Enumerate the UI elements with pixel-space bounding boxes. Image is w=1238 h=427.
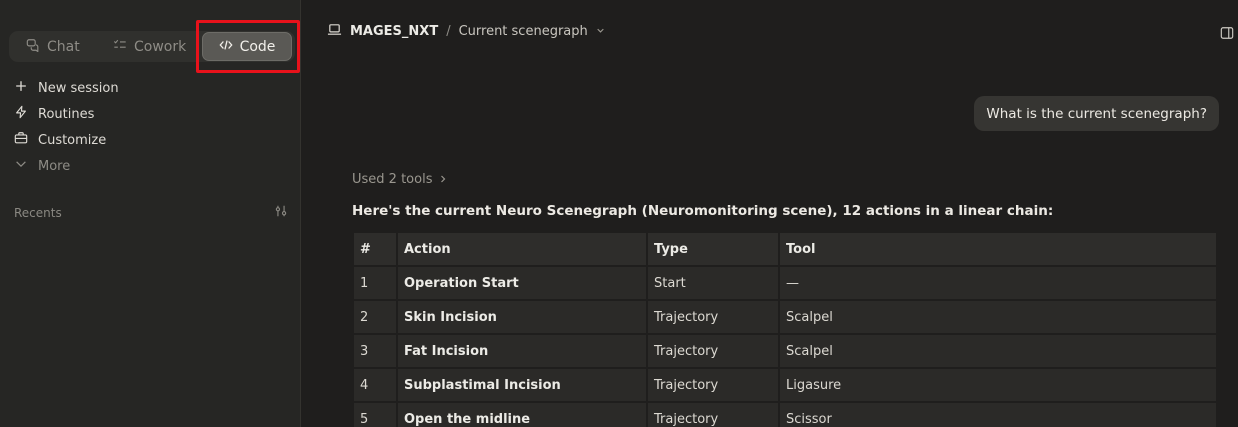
cell-tool: Scissor bbox=[780, 403, 1216, 427]
sidebar-item-label: Routines bbox=[38, 106, 95, 122]
chevron-down-icon[interactable] bbox=[596, 24, 605, 39]
panel-toggle-icon[interactable] bbox=[1220, 25, 1234, 39]
tools-used-label: Used 2 tools bbox=[352, 172, 433, 187]
chevron-right-icon bbox=[439, 172, 447, 187]
table-header-row: # Action Type Tool bbox=[354, 233, 1216, 265]
mode-switch: Chat Cowork Code bbox=[9, 31, 295, 62]
user-message: What is the current scenegraph? bbox=[974, 96, 1219, 131]
chevron-down-icon bbox=[14, 157, 28, 175]
cell-tool: Ligasure bbox=[780, 369, 1216, 401]
sidebar-item-more[interactable]: More bbox=[14, 153, 294, 179]
main-area: MAGES_NXT / Current scenegraph What is t… bbox=[301, 0, 1238, 427]
cell-number: 4 bbox=[354, 369, 396, 401]
cell-type: Trajectory bbox=[648, 403, 778, 427]
recents-header: Recents bbox=[14, 204, 288, 221]
chat-icon bbox=[26, 38, 40, 56]
cell-action: Fat Incision bbox=[398, 335, 646, 367]
tab-cowork[interactable]: Cowork bbox=[113, 31, 186, 62]
cell-action: Skin Incision bbox=[398, 301, 646, 333]
column-header-type: Type bbox=[648, 233, 778, 265]
sidebar-item-label: New session bbox=[38, 80, 119, 96]
cell-type: Start bbox=[648, 267, 778, 299]
cell-type: Trajectory bbox=[648, 369, 778, 401]
sidebar-item-new-session[interactable]: New session bbox=[14, 75, 294, 101]
tab-code[interactable]: Code bbox=[202, 32, 292, 61]
table-row: 2 Skin Incision Trajectory Scalpel bbox=[354, 301, 1216, 333]
breadcrumb: MAGES_NXT / Current scenegraph bbox=[327, 22, 605, 41]
breadcrumb-separator: / bbox=[446, 24, 451, 39]
recents-label: Recents bbox=[14, 205, 62, 220]
plus-icon bbox=[14, 79, 28, 97]
cell-number: 3 bbox=[354, 335, 396, 367]
table-row: 1 Operation Start Start — bbox=[354, 267, 1216, 299]
column-header-action: Action bbox=[398, 233, 646, 265]
table-row: 5 Open the midline Trajectory Scissor bbox=[354, 403, 1216, 427]
project-name[interactable]: MAGES_NXT bbox=[350, 24, 438, 39]
column-header-tool: Tool bbox=[780, 233, 1216, 265]
tab-code-label: Code bbox=[239, 38, 276, 55]
cell-action: Open the midline bbox=[398, 403, 646, 427]
tab-cowork-label: Cowork bbox=[134, 38, 187, 55]
user-message-text: What is the current scenegraph? bbox=[986, 105, 1207, 122]
sidebar-item-routines[interactable]: Routines bbox=[14, 101, 294, 127]
code-icon bbox=[219, 38, 233, 56]
sidebar-item-label: Customize bbox=[38, 132, 107, 148]
cell-number: 2 bbox=[354, 301, 396, 333]
session-title[interactable]: Current scenegraph bbox=[459, 24, 588, 39]
filter-icon[interactable] bbox=[274, 204, 288, 221]
cell-tool: Scalpel bbox=[780, 335, 1216, 367]
cell-tool: Scalpel bbox=[780, 301, 1216, 333]
tab-chat-label: Chat bbox=[47, 38, 80, 55]
sidebar-item-label: More bbox=[38, 158, 71, 174]
scenegraph-table: # Action Type Tool 1 Operation Start Sta… bbox=[352, 231, 1218, 427]
cell-type: Trajectory bbox=[648, 301, 778, 333]
sidebar-nav: New session Routines Customize More bbox=[14, 75, 294, 179]
sidebar: Chat Cowork Code New session Routines Cu… bbox=[0, 0, 301, 427]
tools-used-toggle[interactable]: Used 2 tools bbox=[352, 172, 447, 187]
lightning-icon bbox=[14, 105, 28, 123]
table-row: 3 Fat Incision Trajectory Scalpel bbox=[354, 335, 1216, 367]
cell-type: Trajectory bbox=[648, 335, 778, 367]
cell-number: 5 bbox=[354, 403, 396, 427]
cell-action: Operation Start bbox=[398, 267, 646, 299]
sidebar-item-customize[interactable]: Customize bbox=[14, 127, 294, 153]
checklist-icon bbox=[113, 38, 127, 56]
table-row: 4 Subplastimal Incision Trajectory Ligas… bbox=[354, 369, 1216, 401]
app-window: Chat Cowork Code New session Routines Cu… bbox=[0, 0, 1238, 427]
tab-chat[interactable]: Chat bbox=[26, 31, 80, 62]
cell-tool: — bbox=[780, 267, 1216, 299]
briefcase-icon bbox=[14, 131, 28, 149]
column-header-number: # bbox=[354, 233, 396, 265]
assistant-intro: Here's the current Neuro Scenegraph (Neu… bbox=[352, 203, 1054, 219]
laptop-icon bbox=[327, 22, 342, 41]
cell-number: 1 bbox=[354, 267, 396, 299]
cell-action: Subplastimal Incision bbox=[398, 369, 646, 401]
